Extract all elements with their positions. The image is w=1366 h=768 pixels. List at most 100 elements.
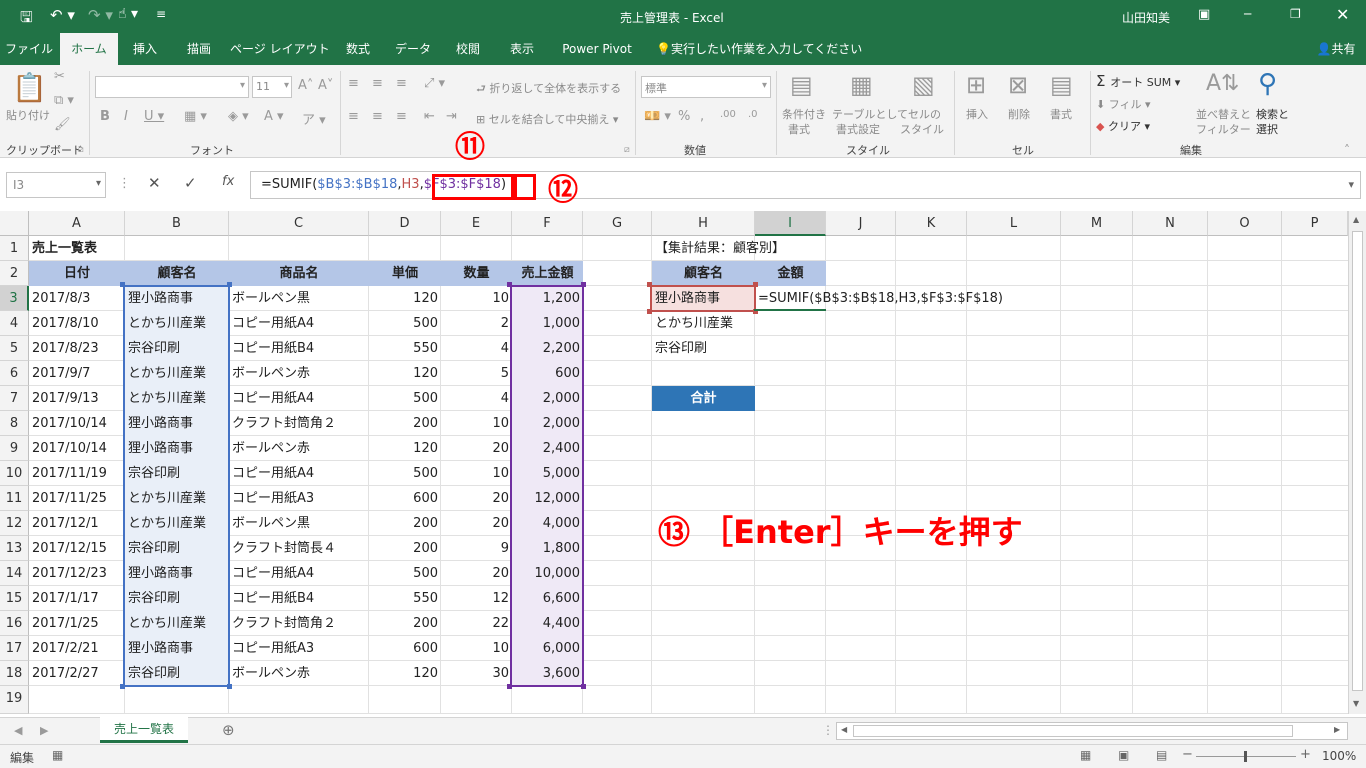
tell-me-search[interactable]: 💡実行したい作業を入力してください (656, 33, 862, 65)
copy-icon[interactable]: ⧉ ▾ (54, 93, 74, 108)
range-handle[interactable] (227, 684, 232, 689)
table-cell[interactable]: ボールペン赤 (229, 436, 369, 461)
table-cell[interactable]: 30 (441, 661, 512, 686)
table-cell[interactable]: 20 (441, 436, 512, 461)
scroll-thumb[interactable] (1352, 231, 1363, 691)
column-header-n[interactable]: N (1133, 211, 1208, 236)
row-header-3[interactable]: 3 (0, 286, 29, 311)
range-handle[interactable] (120, 684, 125, 689)
close-icon[interactable]: ✕ (1336, 5, 1349, 24)
table-cell[interactable]: コピー用紙A4 (229, 561, 369, 586)
row-header-1[interactable]: 1 (0, 236, 29, 261)
select-all-button[interactable] (0, 211, 29, 236)
row-header-11[interactable]: 11 (0, 486, 29, 511)
column-header-o[interactable]: O (1208, 211, 1282, 236)
grow-font-icon[interactable]: A˄ (298, 78, 313, 93)
table-cell[interactable]: 20 (441, 486, 512, 511)
zoom-level[interactable]: 100% (1322, 749, 1356, 763)
column-header-p[interactable]: P (1282, 211, 1348, 236)
hscroll-thumb[interactable] (853, 725, 1293, 737)
tab-power-pivot[interactable]: Power Pivot (554, 33, 640, 65)
table-header-cell[interactable]: 顧客名 (125, 261, 229, 286)
number-format-select[interactable]: 標準 ▾ (641, 76, 771, 98)
conditional-format-icon[interactable]: ▤ (790, 71, 813, 99)
shrink-font-icon[interactable]: A˅ (318, 78, 333, 93)
cell-styles-label-1[interactable]: セルの (908, 106, 941, 122)
row-header-15[interactable]: 15 (0, 586, 29, 611)
table-cell[interactable]: 2017/8/23 (29, 336, 125, 361)
tab-data[interactable]: データ (390, 33, 436, 65)
total-label[interactable]: 合計 (652, 386, 755, 411)
table-cell[interactable]: 2017/11/19 (29, 461, 125, 486)
table-cell[interactable]: 2017/1/25 (29, 611, 125, 636)
column-header-g[interactable]: G (583, 211, 652, 236)
font-name-select[interactable]: ▾ (95, 76, 249, 98)
horizontal-scrollbar[interactable]: ◀ ▶ (836, 722, 1348, 740)
zoom-slider-thumb[interactable] (1244, 751, 1247, 762)
table-cell[interactable]: 200 (369, 411, 441, 436)
range-handle[interactable] (647, 309, 652, 314)
insert-cells-icon[interactable]: ⊞ (966, 71, 986, 99)
table-cell[interactable]: 500 (369, 461, 441, 486)
cell-styles-icon[interactable]: ▧ (912, 71, 935, 99)
range-handle[interactable] (507, 684, 512, 689)
table-header-cell[interactable]: 商品名 (229, 261, 369, 286)
delete-cells-label[interactable]: 削除 (1008, 106, 1030, 122)
table-cell[interactable]: 10 (441, 461, 512, 486)
summary-header-cell[interactable]: 顧客名 (652, 261, 755, 286)
format-as-table-icon[interactable]: ▦ (850, 71, 873, 99)
ribbon-display-icon[interactable]: ▣ (1198, 7, 1210, 22)
delete-cells-icon[interactable]: ⊠ (1008, 71, 1028, 99)
table-cell[interactable]: 22 (441, 611, 512, 636)
user-name[interactable]: 山田知美 (1122, 9, 1170, 26)
customize-qat-icon[interactable]: ≡ (156, 7, 166, 21)
table-cell[interactable]: 2017/10/14 (29, 436, 125, 461)
row-header-10[interactable]: 10 (0, 461, 29, 486)
column-header-d[interactable]: D (369, 211, 441, 236)
collapse-ribbon-icon[interactable]: ˄ (1344, 143, 1350, 157)
table-cell[interactable]: 2017/12/23 (29, 561, 125, 586)
table-cell[interactable]: クラフト封筒角２ (229, 411, 369, 436)
table-cell[interactable]: 2017/2/27 (29, 661, 125, 686)
new-sheet-icon[interactable]: ⊕ (222, 721, 235, 739)
row-header-16[interactable]: 16 (0, 611, 29, 636)
table-cell[interactable]: 2017/9/13 (29, 386, 125, 411)
table-cell[interactable]: 2017/9/7 (29, 361, 125, 386)
align-top-icon[interactable]: ≡ (348, 76, 359, 91)
row-header-19[interactable]: 19 (0, 686, 29, 714)
table-cell[interactable]: 120 (369, 286, 441, 311)
table-cell[interactable]: クラフト封筒角２ (229, 611, 369, 636)
table-cell[interactable]: 200 (369, 611, 441, 636)
column-header-j[interactable]: J (826, 211, 896, 236)
fill-color-icon[interactable]: ◈ ▾ (228, 109, 249, 124)
table-cell[interactable]: 500 (369, 386, 441, 411)
conditional-format-label-2[interactable]: 書式 (788, 121, 810, 137)
scroll-right-icon[interactable]: ▶ (1334, 725, 1340, 734)
find-select-icon[interactable]: ⚲ (1258, 69, 1277, 99)
dialog-launcher-icon[interactable]: ⧄ (78, 145, 84, 155)
expand-formula-icon[interactable]: ▾ (1348, 178, 1354, 191)
table-cell[interactable]: 2017/11/25 (29, 486, 125, 511)
table-cell[interactable]: 10 (441, 411, 512, 436)
summary-customer-cell[interactable]: とかち川産業 (652, 311, 755, 336)
summary-header-cell[interactable]: 金額 (755, 261, 826, 286)
bold-icon[interactable]: B (100, 109, 110, 124)
table-cell[interactable]: 550 (369, 586, 441, 611)
table-cell[interactable]: 2 (441, 311, 512, 336)
table-cell[interactable]: コピー用紙A3 (229, 636, 369, 661)
table-cell[interactable]: 2017/12/15 (29, 536, 125, 561)
percent-icon[interactable]: % (678, 109, 690, 124)
table-cell[interactable]: 4 (441, 336, 512, 361)
table-cell[interactable]: 120 (369, 661, 441, 686)
align-left-icon[interactable]: ≡ (348, 109, 359, 124)
zoom-out-icon[interactable]: − (1182, 747, 1193, 762)
active-cell-editor[interactable]: =SUMIF($B$3:$B$18,H3,$F$3:$F$18) (755, 286, 1055, 311)
table-cell[interactable]: 600 (369, 486, 441, 511)
range-handle[interactable] (227, 282, 232, 287)
column-header-i[interactable]: I (755, 211, 826, 236)
format-as-table-label-2[interactable]: 書式設定 (836, 121, 880, 137)
table-cell[interactable]: 2017/1/17 (29, 586, 125, 611)
table-cell[interactable]: 10 (441, 286, 512, 311)
merge-center-button[interactable]: ⊞ セルを結合して中央揃え ▾ (476, 111, 618, 127)
wrap-text-button[interactable]: ⮐ 折り返して全体を表示する (476, 80, 621, 99)
